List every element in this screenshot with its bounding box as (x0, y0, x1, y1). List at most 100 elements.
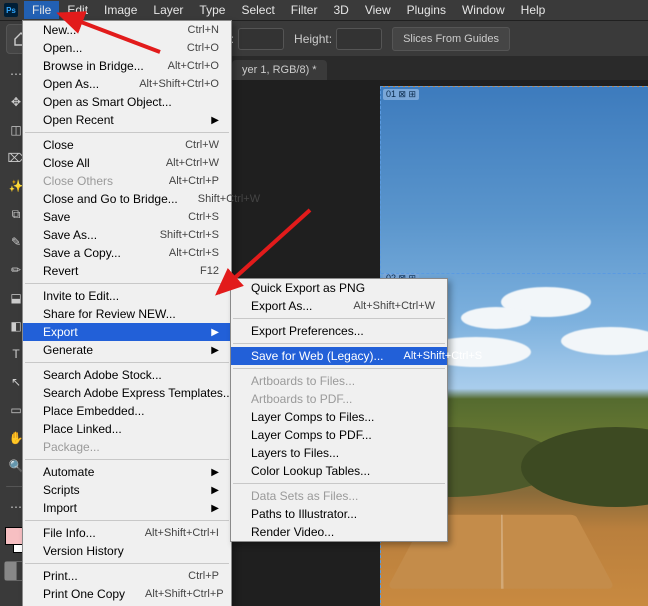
menu-item-shortcut: Shift+Ctrl+S (160, 229, 219, 241)
menu-item-label: Render Video... (251, 525, 435, 539)
menu-view[interactable]: View (357, 1, 399, 19)
menu-window[interactable]: Window (454, 1, 513, 19)
export-menu-item-data-sets-as-files: Data Sets as Files... (231, 487, 447, 505)
file-menu-item-version-history[interactable]: Version History (23, 542, 231, 560)
menu-item-shortcut: Alt+Shift+Ctrl+P (145, 588, 224, 600)
menu-item-label: Package... (43, 440, 219, 454)
menu-item-label: Save As... (43, 228, 140, 242)
export-menu-item-export-preferences[interactable]: Export Preferences... (231, 322, 447, 340)
menu-image[interactable]: Image (96, 1, 145, 19)
menu-item-label: Open As... (43, 77, 119, 91)
file-menu-item-close-and-go-to-bridge[interactable]: Close and Go to Bridge...Shift+Ctrl+W (23, 190, 231, 208)
menu-item-label: Close (43, 138, 165, 152)
menu-plugins[interactable]: Plugins (399, 1, 454, 19)
file-menu-item-close[interactable]: Close Ctrl+W (23, 136, 231, 154)
menu-item-label: Search Adobe Express Templates... (43, 386, 233, 400)
file-menu-item-open[interactable]: Open...Ctrl+O (23, 39, 231, 57)
file-menu-item-open-recent[interactable]: Open Recent▶ (23, 111, 231, 129)
file-menu-item-export[interactable]: Export▶ (23, 323, 231, 341)
file-menu-item-print[interactable]: Print...Ctrl+P (23, 567, 231, 585)
file-menu-separator (25, 563, 229, 564)
file-menu-item-package: Package... (23, 438, 231, 456)
height-label: Height: (294, 32, 332, 46)
file-menu-item-generate[interactable]: Generate▶ (23, 341, 231, 359)
slice-guide (381, 273, 648, 274)
menu-item-label: Artboards to PDF... (251, 392, 435, 406)
export-menu-item-export-as[interactable]: Export As...Alt+Shift+Ctrl+W (231, 297, 447, 315)
file-menu-item-print-one-copy[interactable]: Print One Copy Alt+Shift+Ctrl+P (23, 585, 231, 603)
height-field[interactable]: Height: (294, 28, 382, 50)
menu-item-label: Open as Smart Object... (43, 95, 219, 109)
menu-item-shortcut: Ctrl+P (188, 570, 219, 582)
file-menu-item-open-as[interactable]: Open As...Alt+Shift+Ctrl+O (23, 75, 231, 93)
file-menu-item-search-adobe-stock[interactable]: Search Adobe Stock... (23, 366, 231, 384)
export-menu-item-render-video[interactable]: Render Video... (231, 523, 447, 541)
menu-item-shortcut: F12 (200, 265, 219, 277)
file-menu-item-open-as-smart-object[interactable]: Open as Smart Object... (23, 93, 231, 111)
file-menu-item-share-for-review-new[interactable]: Share for Review NEW... (23, 305, 231, 323)
file-menu-item-close-all[interactable]: Close AllAlt+Ctrl+W (23, 154, 231, 172)
file-menu-item-save-as[interactable]: Save As... Shift+Ctrl+S (23, 226, 231, 244)
file-menu-item-place-embedded[interactable]: Place Embedded... (23, 402, 231, 420)
menu-item-shortcut: Ctrl+N (188, 24, 219, 36)
export-submenu: Quick Export as PNG Export As...Alt+Shift… (230, 278, 448, 542)
export-menu-item-layers-to-files[interactable]: Layers to Files... (231, 444, 447, 462)
menu-item-shortcut: Alt+Ctrl+O (168, 60, 219, 72)
menu-type[interactable]: Type (191, 1, 233, 19)
menu-item-label: Export Preferences... (251, 324, 435, 338)
menu-item-label: File Info... (43, 526, 125, 540)
menu-item-label: Save a Copy... (43, 246, 149, 260)
file-menu-item-file-info[interactable]: File Info...Alt+Shift+Ctrl+I (23, 524, 231, 542)
file-menu-item-save[interactable]: SaveCtrl+S (23, 208, 231, 226)
menu-item-label: Share for Review NEW... (43, 307, 219, 321)
menu-item-shortcut: Alt+Ctrl+P (169, 175, 219, 187)
slices-from-guides-button[interactable]: Slices From Guides (392, 27, 510, 51)
slice-label-01[interactable]: 01 ⊠ ⊞ (383, 89, 419, 100)
file-menu-item-invite-to-edit[interactable]: Invite to Edit... (23, 287, 231, 305)
menu-item-shortcut: Ctrl+W (185, 139, 219, 151)
export-menu-separator (233, 343, 445, 344)
menu-item-label: Automate (43, 465, 201, 479)
submenu-arrow-icon: ▶ (211, 503, 219, 514)
menu-item-label: Save for Web (Legacy)... (251, 349, 384, 363)
menu-item-label: Data Sets as Files... (251, 489, 435, 503)
file-menu-item-revert[interactable]: RevertF12 (23, 262, 231, 280)
export-menu-item-quick-export-as-png[interactable]: Quick Export as PNG (231, 279, 447, 297)
file-menu-item-automate[interactable]: Automate▶ (23, 463, 231, 481)
menu-item-label: Version History (43, 544, 219, 558)
file-menu-item-import[interactable]: Import▶ (23, 499, 231, 517)
menu-file[interactable]: File (24, 1, 59, 19)
file-menu-item-browse-in-bridge[interactable]: Browse in Bridge...Alt+Ctrl+O (23, 57, 231, 75)
menu-help[interactable]: Help (513, 1, 554, 19)
file-menu-item-save-a-copy[interactable]: Save a Copy...Alt+Ctrl+S (23, 244, 231, 262)
export-menu-item-layer-comps-to-files[interactable]: Layer Comps to Files... (231, 408, 447, 426)
file-menu-item-place-linked[interactable]: Place Linked... (23, 420, 231, 438)
menu-layer[interactable]: Layer (145, 1, 191, 19)
export-menu-item-color-lookup-tables[interactable]: Color Lookup Tables... (231, 462, 447, 480)
menu-item-label: Close All (43, 156, 146, 170)
menu-select[interactable]: Select (233, 1, 282, 19)
file-menu-item-search-adobe-express-templates[interactable]: Search Adobe Express Templates... (23, 384, 231, 402)
submenu-arrow-icon: ▶ (211, 327, 219, 338)
file-menu-item-new[interactable]: New... Ctrl+N (23, 21, 231, 39)
file-menu: New... Ctrl+N Open...Ctrl+OBrowse in Bridg… (22, 20, 232, 606)
menu-filter[interactable]: Filter (283, 1, 326, 19)
slices-button-label: Slices From Guides (403, 33, 499, 45)
menu-item-shortcut: Shift+Ctrl+W (198, 193, 260, 205)
export-menu-item-paths-to-illustrator[interactable]: Paths to Illustrator... (231, 505, 447, 523)
file-menu-separator (25, 362, 229, 363)
menu-3d[interactable]: 3D (325, 1, 356, 19)
menu-item-label: Quick Export as PNG (251, 281, 435, 295)
menu-item-label: Invite to Edit... (43, 289, 219, 303)
menu-item-label: New... (43, 23, 168, 37)
document-tab[interactable]: yer 1, RGB/8) * (232, 60, 327, 80)
export-menu-separator (233, 483, 445, 484)
menu-edit[interactable]: Edit (59, 1, 96, 19)
menu-item-label: Layer Comps to PDF... (251, 428, 435, 442)
file-menu-item-scripts[interactable]: Scripts▶ (23, 481, 231, 499)
menu-item-label: Place Linked... (43, 422, 219, 436)
export-menu-item-save-for-web-legacy[interactable]: Save for Web (Legacy)...Alt+Shift+Ctrl+S (231, 347, 447, 365)
export-menu-item-layer-comps-to-pdf[interactable]: Layer Comps to PDF... (231, 426, 447, 444)
menu-item-label: Print One Copy (43, 587, 125, 601)
file-menu-item-close-others: Close OthersAlt+Ctrl+P (23, 172, 231, 190)
